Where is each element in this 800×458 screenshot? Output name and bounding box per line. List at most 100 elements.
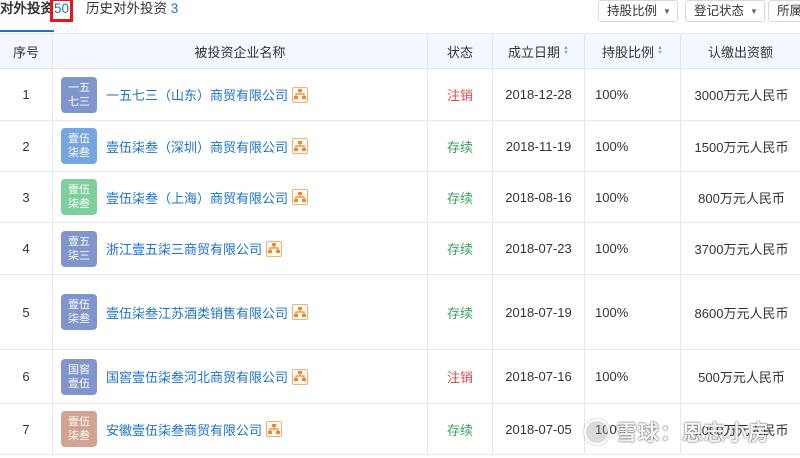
row-index: 2	[22, 138, 30, 154]
row-index-cell: 6	[0, 350, 53, 403]
tab-history-investment[interactable]: 历史对外投资 3	[86, 1, 178, 17]
establish-date: 2018-08-16	[505, 189, 572, 205]
row-capital-cell: 800万元人民币	[681, 172, 800, 222]
relationship-graph-icon[interactable]	[292, 304, 309, 320]
row-index-cell: 2	[0, 121, 53, 171]
column-header-status: 状态	[428, 34, 493, 68]
table-row: 7 壹伍柒叁 安徽壹伍柒叁商贸有限公司 存续 2018-07-05 100% 1000万元人…	[0, 404, 800, 455]
chevron-down-icon: ▼	[750, 7, 758, 16]
relationship-graph-icon[interactable]	[266, 240, 283, 257]
row-company-cell: 壹伍柒叁 壹伍柒叁（深圳）商贸有限公司	[53, 121, 428, 171]
row-index-cell: 4	[0, 223, 53, 274]
status-text: 注销	[446, 370, 473, 385]
table-row: 2 壹伍柒叁 壹伍柒叁（深圳）商贸有限公司 存续 2018-11-19 100% 1500万…	[0, 121, 800, 172]
subscribed-capital: 1000万元人民币	[694, 422, 789, 438]
company-logo[interactable]: 壹伍柒叁	[61, 411, 97, 447]
company-name-link[interactable]: 国窖壹伍柒叁河北商贸有限公司	[106, 367, 288, 386]
row-index-cell: 7	[0, 404, 53, 454]
column-header-status-label: 状态	[446, 44, 473, 60]
company-logo-text: 壹伍柒叁	[68, 299, 90, 325]
company-name-link[interactable]: 壹伍柒叁江苏酒类销售有限公司	[106, 303, 288, 322]
establish-date: 2018-11-19	[505, 138, 572, 154]
table-row: 3 壹伍柒叁 壹伍柒叁（上海）商贸有限公司 存续 2018-08-16 100% 800万元…	[0, 172, 800, 223]
row-share-cell: 100%	[585, 121, 681, 171]
company-logo[interactable]: 壹伍柒叁	[61, 179, 97, 215]
row-company-cell: 壹伍柒叁 壹伍柒叁江苏酒类销售有限公司	[53, 275, 428, 349]
row-capital-cell: 500万元人民币	[681, 350, 800, 403]
row-index: 6	[22, 369, 30, 384]
company-logo[interactable]: 壹伍柒叁	[61, 128, 97, 164]
company-logo[interactable]: 壹五柒三	[61, 230, 97, 267]
company-logo-text: 壹五柒三	[68, 235, 90, 262]
column-header-share-label: 持股比例	[602, 44, 655, 60]
column-header-date-label: 成立日期	[508, 44, 561, 60]
sort-icon[interactable]: ▲ ▼	[563, 45, 569, 56]
column-header-share[interactable]: 持股比例 ▲ ▼	[585, 34, 681, 68]
relationship-graph-icon[interactable]	[266, 421, 283, 437]
tab-outbound-investment-label: 对外投资	[0, 1, 54, 16]
status-text: 存续	[446, 305, 473, 321]
relationship-graph-icon[interactable]	[292, 368, 309, 385]
row-date-cell: 2018-07-16	[493, 350, 585, 403]
row-company-cell: 壹伍柒叁 壹伍柒叁（上海）商贸有限公司	[53, 172, 428, 222]
row-index: 4	[22, 241, 30, 256]
column-header-company: 被投资企业名称	[53, 34, 428, 68]
filter-region-label: 所属	[777, 4, 800, 18]
relationship-graph-icon[interactable]	[292, 189, 309, 205]
row-share-cell: 100%	[585, 404, 681, 454]
tab-bar: 对外投资50 历史对外投资 3 持股比例 ▼ 登记状态 ▼ 所属	[0, 0, 800, 33]
share-ratio: 100%	[595, 138, 629, 154]
company-logo[interactable]: 壹伍柒叁	[61, 294, 97, 330]
filter-region-dropdown[interactable]: 所属	[768, 0, 800, 22]
subscribed-capital: 800万元人民币	[698, 190, 785, 206]
row-index: 7	[22, 421, 30, 437]
row-status-cell: 注销	[428, 350, 493, 403]
filter-registration-status-label: 登记状态	[694, 4, 745, 18]
filter-share-ratio-dropdown[interactable]: 持股比例 ▼	[598, 0, 678, 22]
subscribed-capital: 3700万元人民币	[694, 242, 789, 257]
row-company-cell: 国窖壹伍 国窖壹伍柒叁河北商贸有限公司	[53, 350, 428, 403]
status-text: 存续	[446, 139, 473, 155]
row-share-cell: 100%	[585, 172, 681, 222]
table-row: 5 壹伍柒叁 壹伍柒叁江苏酒类销售有限公司 存续 2018-07-19 100% 8600万…	[0, 275, 800, 350]
filter-registration-status-dropdown[interactable]: 登记状态 ▼	[685, 0, 765, 22]
row-index-cell: 1	[0, 69, 53, 120]
row-company-cell: 壹五柒三 浙江壹五柒三商贸有限公司	[53, 223, 428, 274]
sort-icon[interactable]: ▲ ▼	[657, 45, 663, 56]
row-capital-cell: 3000万元人民币	[681, 69, 800, 120]
row-share-cell: 100%	[585, 69, 681, 120]
column-header-date[interactable]: 成立日期 ▲ ▼	[493, 34, 585, 68]
row-index: 5	[22, 304, 30, 320]
row-date-cell: 2018-07-19	[493, 275, 585, 349]
table-body: 1 一五七三 一五七三（山东）商贸有限公司 注销 2018-12-28 100% 3000万…	[0, 69, 800, 455]
company-name-link[interactable]: 壹伍柒叁（深圳）商贸有限公司	[106, 137, 288, 156]
subscribed-capital: 8600万元人民币	[694, 305, 789, 321]
tab-history-investment-count: 3	[170, 1, 179, 16]
company-logo[interactable]: 一五七三	[61, 76, 97, 113]
row-index-cell: 5	[0, 275, 53, 349]
highlight-box	[50, 0, 73, 22]
row-capital-cell: 8600万元人民币	[681, 275, 800, 349]
row-index-cell: 3	[0, 172, 53, 222]
subscribed-capital: 3000万元人民币	[694, 88, 789, 103]
row-date-cell: 2018-12-28	[493, 69, 585, 120]
row-status-cell: 存续	[428, 172, 493, 222]
row-company-cell: 一五七三 一五七三（山东）商贸有限公司	[53, 69, 428, 120]
row-capital-cell: 1000万元人民币	[681, 404, 800, 454]
relationship-graph-icon[interactable]	[292, 86, 309, 103]
company-name-link[interactable]: 浙江壹五柒三商贸有限公司	[106, 239, 262, 258]
investment-table: 序号 被投资企业名称 状态 成立日期 ▲ ▼ 持股比例 ▲ ▼ 认缴出资额 1 一五七…	[0, 33, 800, 455]
tab-history-investment-label: 历史对外投资	[86, 1, 167, 16]
establish-date: 2018-07-05	[505, 421, 572, 437]
company-logo-text: 国窖壹伍	[68, 363, 90, 390]
row-share-cell: 100%	[585, 275, 681, 349]
company-name-link[interactable]: 壹伍柒叁（上海）商贸有限公司	[106, 188, 288, 207]
company-logo[interactable]: 国窖壹伍	[61, 358, 97, 395]
row-index: 3	[22, 189, 30, 205]
row-status-cell: 注销	[428, 69, 493, 120]
relationship-graph-icon[interactable]	[292, 138, 309, 154]
company-name-link[interactable]: 一五七三（山东）商贸有限公司	[106, 85, 288, 104]
row-date-cell: 2018-07-05	[493, 404, 585, 454]
company-name-link[interactable]: 安徽壹伍柒叁商贸有限公司	[106, 420, 262, 439]
row-status-cell: 存续	[428, 223, 493, 274]
